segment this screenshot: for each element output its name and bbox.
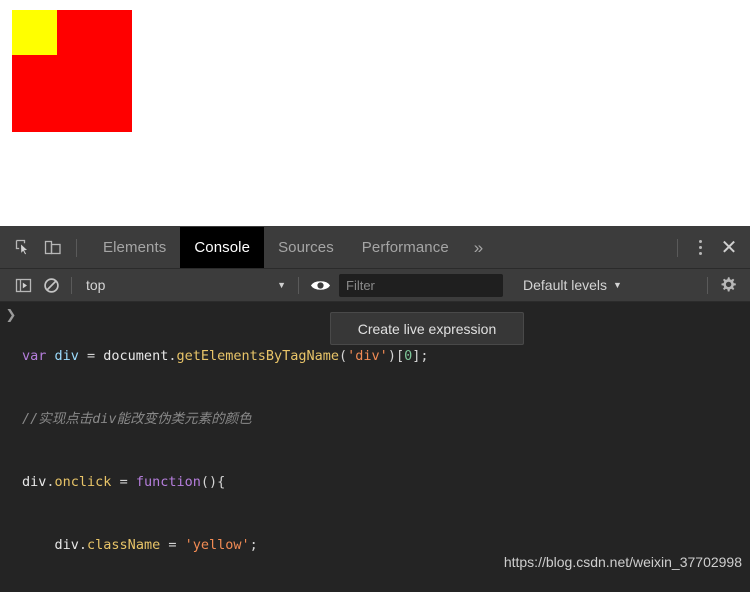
- devtools-tab-list: Elements Console Sources Performance »: [89, 227, 494, 268]
- console-toolbar-divider-1: [71, 276, 72, 294]
- console-toolbar-right: [701, 273, 750, 297]
- toolbar-divider: [76, 238, 77, 257]
- chevron-down-icon: ▼: [277, 280, 286, 290]
- devtools-tabstrip-right: ✕: [669, 227, 750, 268]
- console-toolbar: top ▼ Default levels ▼: [0, 269, 750, 302]
- clear-console-icon[interactable]: [37, 273, 65, 297]
- console-message-list[interactable]: ❯ var div = document.getElementsByTagNam…: [0, 302, 750, 592]
- device-toolbar-icon[interactable]: [38, 234, 68, 262]
- tab-console[interactable]: Console: [180, 227, 265, 268]
- devtools-tabstrip: Elements Console Sources Performance » ✕: [0, 227, 750, 269]
- tab-sources[interactable]: Sources: [264, 227, 348, 268]
- console-sidebar-toggle-icon[interactable]: [9, 273, 37, 297]
- yellow-pseudo-element: [12, 10, 57, 55]
- kebab-menu-icon[interactable]: [686, 234, 714, 262]
- code-line: div.onclick = function(){: [22, 474, 226, 490]
- execution-context-value: top: [86, 277, 106, 293]
- red-div-element[interactable]: [12, 10, 132, 132]
- console-input-message: ❯ var div = document.getElementsByTagNam…: [0, 302, 750, 592]
- code-line: //实现点击div能改变伪类元素的颜色: [22, 411, 252, 427]
- console-filter-input[interactable]: [339, 273, 503, 297]
- console-input-code: var div = document.getElementsByTagName(…: [22, 304, 750, 592]
- console-toolbar-divider-2: [298, 276, 299, 294]
- inspect-element-icon[interactable]: [8, 234, 38, 262]
- console-toolbar-divider-3: [707, 276, 708, 294]
- tab-performance[interactable]: Performance: [348, 227, 463, 268]
- tab-elements[interactable]: Elements: [89, 227, 180, 268]
- gear-icon[interactable]: [714, 273, 742, 297]
- code-line: div.className = 'yellow';: [22, 537, 258, 553]
- log-levels-label: Default levels: [523, 277, 608, 293]
- chevron-down-icon-levels: ▼: [613, 280, 622, 290]
- page-viewport: [0, 0, 750, 226]
- browser-window: Elements Console Sources Performance » ✕: [0, 0, 750, 592]
- toolbar-divider-right: [677, 238, 678, 257]
- log-levels-selector[interactable]: Default levels ▼: [515, 273, 630, 297]
- execution-context-selector[interactable]: top ▼: [78, 273, 292, 297]
- input-arrow-icon: ❯: [5, 308, 17, 323]
- code-line: var div = document.getElementsByTagName(…: [22, 348, 429, 364]
- more-tabs-button[interactable]: »: [463, 227, 495, 268]
- devtools-panel: Elements Console Sources Performance » ✕: [0, 226, 750, 592]
- close-icon[interactable]: ✕: [714, 234, 744, 262]
- create-live-expression-icon[interactable]: [305, 273, 335, 297]
